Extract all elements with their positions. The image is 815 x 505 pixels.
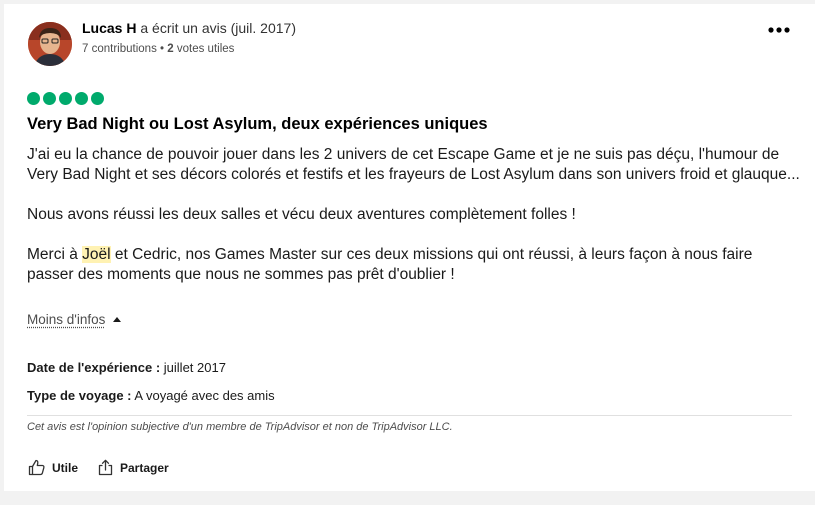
experience-date-label: Date de l'expérience : [27,360,161,375]
author-action: a écrit un avis (juil. 2017) [140,20,296,36]
avatar[interactable] [28,22,72,66]
rating-bubble-icon [75,92,88,105]
avatar-image [28,22,72,66]
rating-bubble-icon [43,92,56,105]
less-info-toggle[interactable]: Moins d'infos [27,312,122,327]
less-info-label: Moins d'infos [27,312,106,327]
trip-type-label: Type de voyage : [27,388,132,403]
author-line: Lucas H a écrit un avis (juil. 2017) [82,20,296,36]
more-options-button[interactable] [764,18,794,42]
trip-type-value: A voyagé avec des amis [134,388,275,403]
rating-bubble-icon [27,92,40,105]
helpful-label: Utile [52,460,79,475]
experience-date-value: juillet 2017 [163,360,226,375]
helpful-votes-count: 2 [167,43,174,55]
rating-bubble-icon [91,92,104,105]
review-paragraph-3: Merci à Joël et Cedric, nos Games Master… [27,245,802,285]
author-stats: 7 contributions • 2 votes utiles [82,43,234,55]
thumbs-up-icon [28,459,45,476]
helpful-votes-label: votes utiles [176,43,235,55]
author-name[interactable]: Lucas H [82,20,136,36]
share-icon [98,459,113,476]
trip-type: Type de voyage : A voyagé avec des amis [27,388,275,403]
divider [27,415,792,416]
helpful-button[interactable]: Utile [28,459,78,476]
share-label: Partager [120,460,169,475]
caret-up-icon [113,317,122,322]
review-card: Lucas H a écrit un avis (juil. 2017) 7 c… [4,4,815,491]
share-button[interactable]: Partager [97,459,169,476]
paragraph-3-end: et Cedric, nos Games Master sur ces deux… [27,246,753,283]
review-paragraph-2: Nous avons réussi les deux salles et véc… [27,206,576,223]
experience-date: Date de l'expérience : juillet 2017 [27,360,226,375]
review-body: J'ai eu la chance de pouvoir jouer dans … [27,145,802,285]
stats-separator: • [160,43,165,55]
rating-bubble-icon [59,92,72,105]
contributions-label: contributions [91,43,157,55]
rating-bubbles [27,92,104,105]
more-horizontal-icon [768,27,790,33]
disclaimer: Cet avis est l'opinion subjective d'un m… [27,421,453,433]
page-background-strip [0,491,815,505]
paragraph-3-start: Merci à [27,246,83,263]
review-title: Very Bad Night ou Lost Asylum, deux expé… [27,115,488,133]
review-paragraph-1: J'ai eu la chance de pouvoir jouer dans … [27,146,800,183]
contributions-count: 7 [82,43,89,55]
highlighted-mention: Joël [82,246,111,263]
